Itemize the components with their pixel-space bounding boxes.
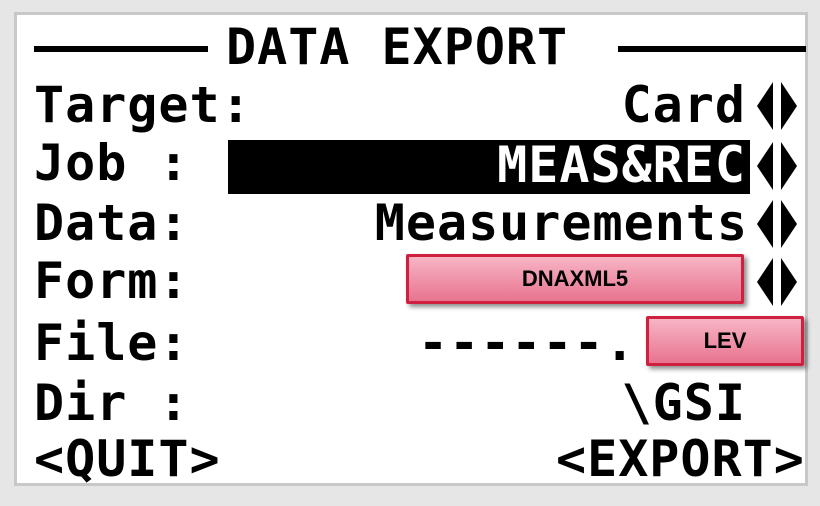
title-rule-right (618, 46, 806, 52)
target-value[interactable]: Card (560, 80, 746, 130)
export-button[interactable]: <EXPORT> (556, 434, 805, 484)
job-value[interactable]: MEAS&REC (440, 140, 746, 190)
file-extension-callout: LEV (646, 316, 804, 366)
page-title: DATA EXPORT (226, 18, 569, 76)
title-rule-left (34, 46, 208, 52)
form-value-callout: DNAXML5 (406, 254, 744, 304)
lcd-screen: DATA EXPORT Target: Card Job : MEAS&REC … (0, 0, 820, 506)
data-value[interactable]: Measurements (356, 198, 748, 248)
file-value[interactable]: ------. (418, 318, 636, 368)
target-toggle-arrows-icon[interactable] (752, 80, 802, 132)
form-label: Form: (34, 252, 190, 310)
job-label: Job : (34, 134, 190, 192)
dir-label: Dir : (34, 374, 190, 432)
data-toggle-arrows-icon[interactable] (752, 198, 802, 250)
file-label: File: (34, 314, 190, 372)
dir-value[interactable]: \GSI (560, 378, 746, 428)
target-label: Target: (34, 76, 252, 134)
job-toggle-arrows-icon[interactable] (752, 140, 802, 192)
form-toggle-arrows-icon[interactable] (752, 256, 802, 308)
data-label: Data: (34, 194, 190, 252)
quit-button[interactable]: <QUIT> (34, 434, 221, 484)
